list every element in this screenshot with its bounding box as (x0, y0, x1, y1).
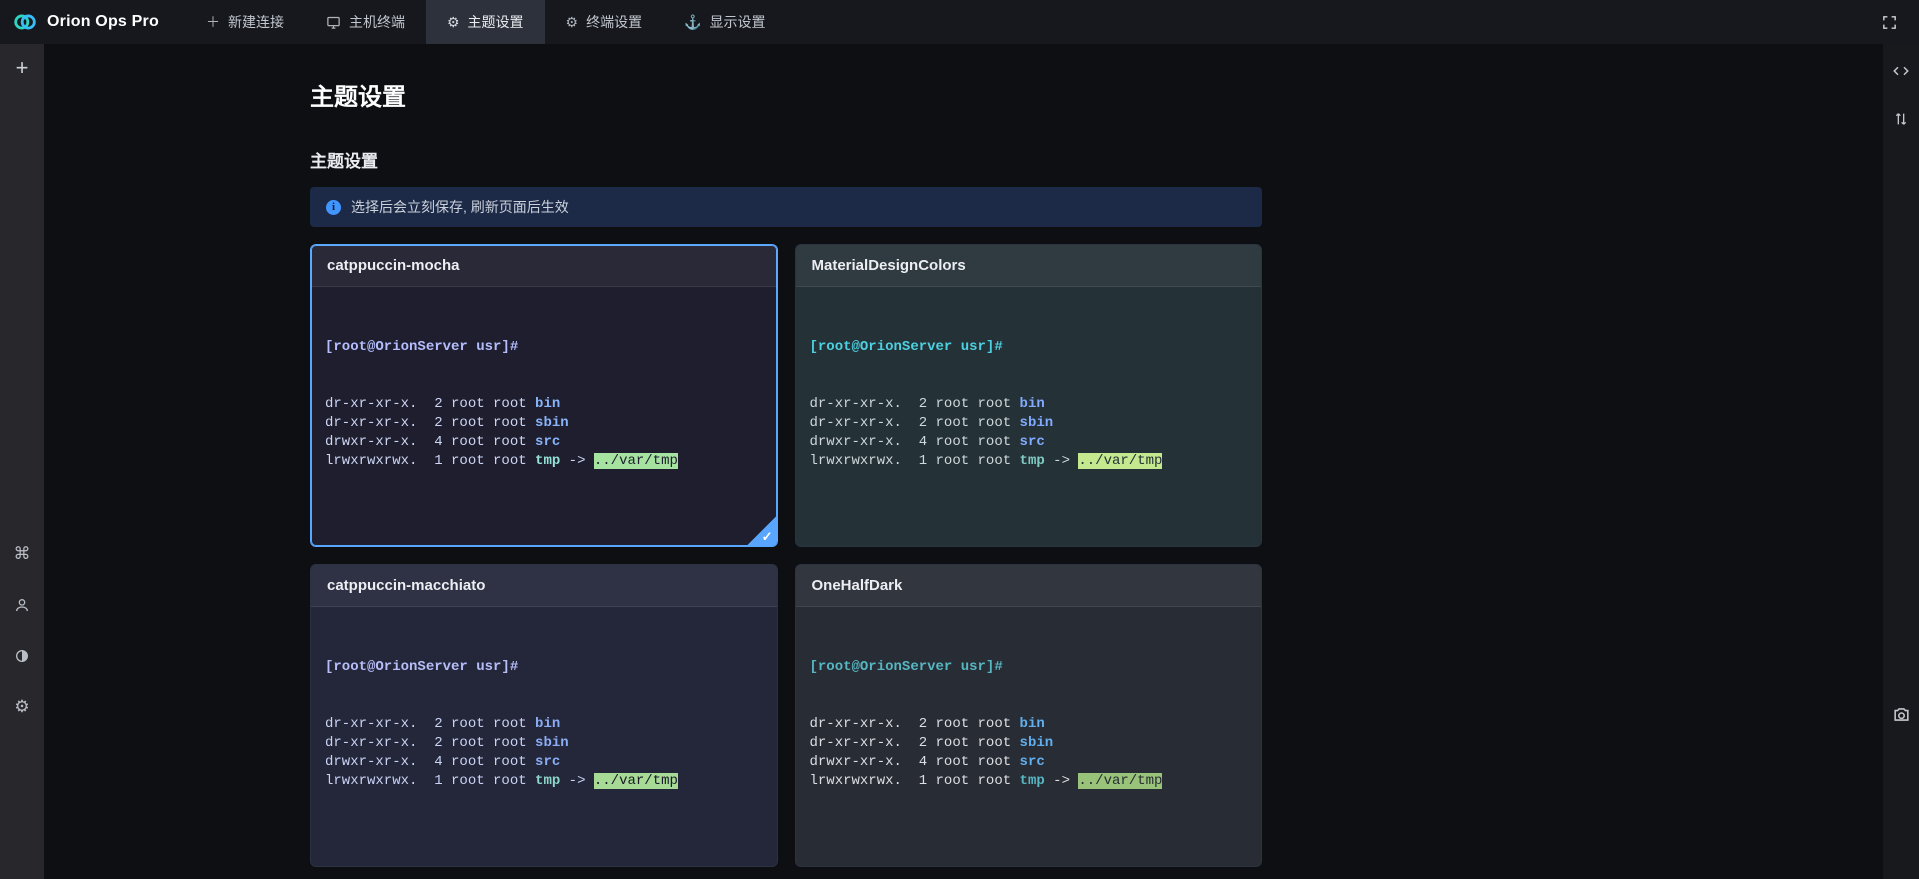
nav-label: 主题设置 (468, 12, 524, 32)
brand[interactable]: Orion Ops Pro (0, 0, 185, 44)
theme-card[interactable]: catppuccin-macchiato [root@OrionServer u… (310, 564, 778, 867)
theme-card-header: catppuccin-mocha (311, 245, 777, 287)
theme-card-header: OneHalfDark (796, 565, 1262, 607)
page-title: 主题设置 (310, 77, 1883, 112)
nav-label: 显示设置 (710, 12, 766, 32)
gear-icon: ⚙ (566, 14, 579, 31)
terminal-line: dr-xr-xr-x. 2 root root sbin (325, 414, 763, 433)
add-connection-icon[interactable]: + (8, 54, 36, 82)
terminal-line: lrwxrwxrwx. 1 root root tmp -> ../var/tm… (810, 452, 1248, 471)
terminal-line: drwxr-xr-x. 4 root root src (325, 753, 763, 772)
left-sidebar-bottom: ⌘ ⚙ (10, 542, 34, 719)
terminal-preview: [root@OrionServer usr]# dr-xr-xr-x. 2 ro… (311, 287, 777, 546)
theme-grid: catppuccin-mocha [root@OrionServer usr]#… (310, 244, 1262, 879)
terminal-prompt: [root@OrionServer usr]# (325, 338, 763, 357)
section-title: 主题设置 (310, 147, 1883, 172)
terminal-line: dr-xr-xr-x. 2 root root bin (810, 715, 1248, 734)
user-icon[interactable] (10, 593, 34, 617)
top-nav-bar: Orion Ops Pro ＋ 新建连接 主机终端 ⚙ 主题设置 ⚙ 终端设置 … (0, 0, 1919, 44)
nav-item-theme-settings[interactable]: ⚙ 主题设置 (426, 0, 545, 44)
theme-name: MaterialDesignColors (812, 257, 966, 274)
nav-item-display-settings[interactable]: ⚓ 显示设置 (663, 0, 786, 44)
terminal-line: drwxr-xr-x. 4 root root src (810, 433, 1248, 452)
terminal-prompt: [root@OrionServer usr]# (325, 658, 763, 677)
terminal-line: dr-xr-xr-x. 2 root root bin (810, 395, 1248, 414)
terminal-line: drwxr-xr-x. 4 root root src (810, 753, 1248, 772)
nav-label: 新建连接 (228, 12, 284, 32)
theme-name: catppuccin-mocha (327, 257, 460, 274)
theme-card-header: catppuccin-macchiato (311, 565, 777, 607)
nav-item-terminal-settings[interactable]: ⚙ 终端设置 (545, 0, 664, 44)
right-sidebar-bottom (1888, 701, 1914, 727)
settings-gear-icon[interactable]: ⚙ (10, 695, 34, 719)
terminal-preview: [root@OrionServer usr]# dr-xr-xr-x. 2 ro… (796, 607, 1262, 866)
nav-label: 主机终端 (349, 12, 405, 32)
nav-item-new-connection[interactable]: ＋ 新建连接 (185, 0, 305, 44)
notice-banner: i 选择后会立刻保存, 刷新页面后生效 (310, 187, 1262, 227)
notice-text: 选择后会立刻保存, 刷新页面后生效 (351, 197, 569, 217)
terminal-prompt: [root@OrionServer usr]# (810, 658, 1248, 677)
fullscreen-icon[interactable] (1871, 4, 1907, 40)
screenshot-camera-icon[interactable] (1888, 701, 1914, 727)
terminal-line: lrwxrwxrwx. 1 root root tmp -> ../var/tm… (325, 452, 763, 471)
terminal-lines: dr-xr-xr-x. 2 root root bindr-xr-xr-x. 2… (325, 395, 763, 471)
app-title: Orion Ops Pro (47, 13, 159, 31)
terminal-lines: dr-xr-xr-x. 2 root root bindr-xr-xr-x. 2… (810, 395, 1248, 471)
terminal-prompt: [root@OrionServer usr]# (810, 338, 1248, 357)
terminal-preview: [root@OrionServer usr]# dr-xr-xr-x. 2 ro… (311, 607, 777, 866)
right-sidebar-top (1888, 58, 1914, 132)
sort-icon[interactable] (1888, 106, 1914, 132)
theme-card-header: MaterialDesignColors (796, 245, 1262, 287)
nav-item-host-terminal[interactable]: 主机终端 (305, 0, 426, 44)
terminal-icon (326, 15, 341, 30)
code-icon[interactable] (1888, 58, 1914, 84)
right-sidebar (1883, 44, 1919, 879)
theme-card[interactable]: OneHalfDark [root@OrionServer usr]# dr-x… (795, 564, 1263, 867)
terminal-preview: [root@OrionServer usr]# dr-xr-xr-x. 2 ro… (796, 287, 1262, 546)
main-content: 主题设置 主题设置 i 选择后会立刻保存, 刷新页面后生效 catppuccin… (44, 44, 1883, 879)
terminal-line: dr-xr-xr-x. 2 root root sbin (325, 734, 763, 753)
command-icon[interactable]: ⌘ (10, 542, 34, 566)
terminal-line: dr-xr-xr-x. 2 root root sbin (810, 734, 1248, 753)
left-sidebar: + ⌘ ⚙ (0, 44, 44, 879)
terminal-lines: dr-xr-xr-x. 2 root root bindr-xr-xr-x. 2… (325, 715, 763, 791)
theme-name: OneHalfDark (812, 577, 903, 594)
terminal-line: dr-xr-xr-x. 2 root root bin (325, 395, 763, 414)
info-icon: i (326, 200, 341, 215)
theme-card[interactable]: MaterialDesignColors [root@OrionServer u… (795, 244, 1263, 547)
terminal-line: dr-xr-xr-x. 2 root root bin (325, 715, 763, 734)
anchor-icon: ⚓ (684, 14, 701, 31)
gear-icon: ⚙ (447, 14, 460, 31)
theme-card[interactable]: catppuccin-mocha [root@OrionServer usr]#… (310, 244, 778, 547)
terminal-line: dr-xr-xr-x. 2 root root sbin (810, 414, 1248, 433)
terminal-lines: dr-xr-xr-x. 2 root root bindr-xr-xr-x. 2… (810, 715, 1248, 791)
theme-icon[interactable] (10, 644, 34, 668)
plus-icon: ＋ (206, 12, 220, 32)
terminal-line: lrwxrwxrwx. 1 root root tmp -> ../var/tm… (325, 772, 763, 791)
main-nav: ＋ 新建连接 主机终端 ⚙ 主题设置 ⚙ 终端设置 ⚓ 显示设置 (185, 0, 787, 44)
theme-name: catppuccin-macchiato (327, 577, 485, 594)
terminal-line: lrwxrwxrwx. 1 root root tmp -> ../var/tm… (810, 772, 1248, 791)
terminal-line: drwxr-xr-x. 4 root root src (325, 433, 763, 452)
app-logo-icon (12, 9, 38, 35)
nav-label: 终端设置 (586, 12, 642, 32)
